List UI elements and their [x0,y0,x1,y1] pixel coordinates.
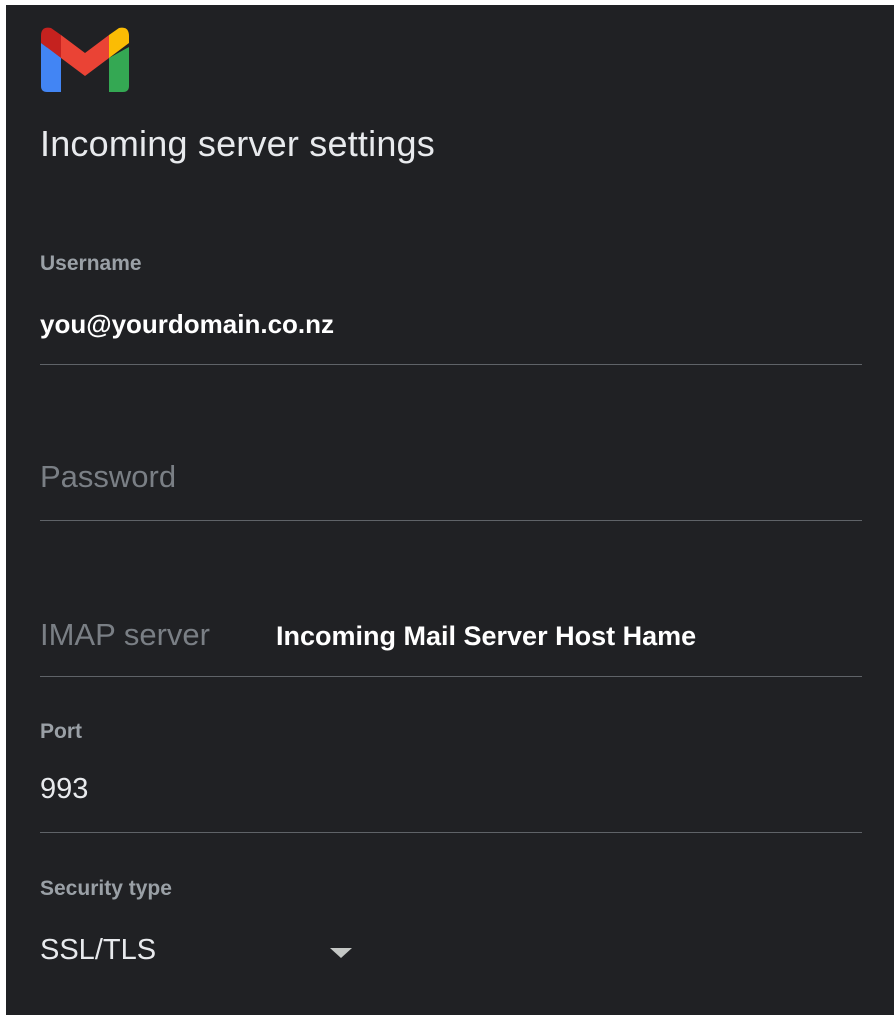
password-field[interactable]: Password [40,453,862,523]
dropdown-arrow-icon[interactable] [330,948,352,958]
port-value: 993 [40,773,89,805]
username-field[interactable]: Username you@yourdomain.co.nz [40,250,862,366]
username-underline [40,364,862,365]
gmail-icon [41,27,129,92]
password-placeholder: Password [40,459,177,494]
password-underline [40,520,862,521]
page-title: Incoming server settings [40,123,435,164]
port-field[interactable]: Port 993 [40,718,862,836]
imap-server-placeholder: IMAP server [40,617,210,652]
imap-server-annotation: Incoming Mail Server Host Hame [276,621,697,651]
security-type-value: SSL/TLS [40,934,157,966]
imap-server-field[interactable]: IMAP server Incoming Mail Server Host Ha… [40,609,862,679]
imap-server-underline [40,676,862,677]
username-label: Username [40,252,142,275]
port-label: Port [40,720,82,743]
username-value: you@yourdomain.co.nz [40,309,335,339]
port-underline [40,832,862,833]
settings-screen: Incoming server settings Username you@yo… [6,5,894,1015]
security-type-dropdown[interactable]: Security type SSL/TLS [40,875,862,985]
security-type-label: Security type [40,877,172,900]
